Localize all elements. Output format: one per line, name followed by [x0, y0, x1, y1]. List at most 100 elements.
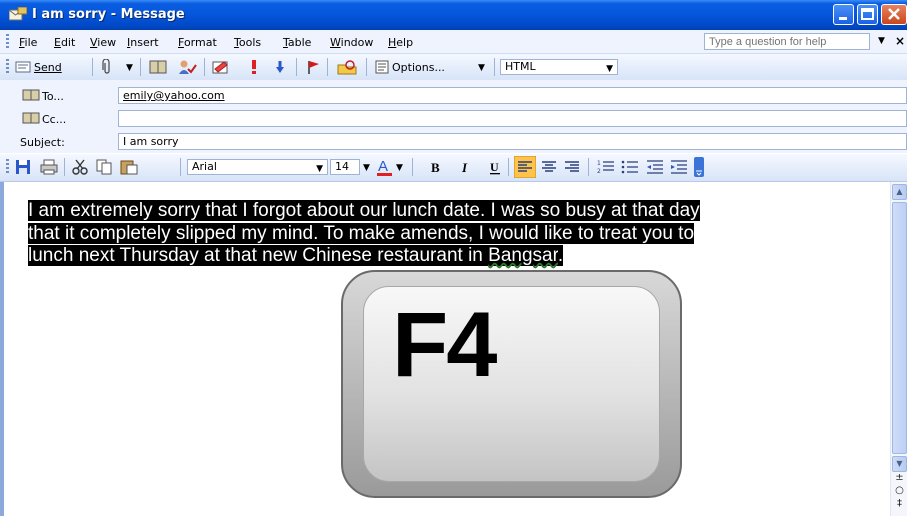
- help-search-input[interactable]: [704, 33, 870, 50]
- options-dropdown-icon[interactable]: ▼: [478, 63, 485, 73]
- subject-label: Subject:: [20, 136, 65, 149]
- menu-insert[interactable]: Insert: [127, 36, 159, 49]
- font-name-value: Arial: [192, 160, 217, 173]
- message-line: that it completely slipped my mind. To m…: [28, 222, 695, 244]
- menu-tools[interactable]: Tools: [234, 36, 261, 49]
- help-dropdown-icon[interactable]: ▼: [878, 36, 885, 46]
- font-size-select[interactable]: 14: [330, 159, 360, 175]
- scroll-thumb[interactable]: [892, 202, 907, 454]
- font-size-value: 14: [335, 160, 349, 173]
- importance-high-icon[interactable]: [250, 59, 258, 78]
- formatting-toolbar: Arial ▼ 14 ▼ A ▼ B I U 12: [0, 154, 907, 182]
- format-select-value: HTML: [505, 60, 536, 73]
- bold-icon[interactable]: B: [429, 159, 443, 178]
- underline-icon[interactable]: U: [488, 159, 502, 178]
- message-line: I am extremely sorry that I forgot about…: [28, 200, 700, 221]
- cc-field[interactable]: [118, 110, 907, 127]
- to-field[interactable]: emily@yahoo.com: [118, 87, 907, 104]
- title-bar: I am sorry - Message: [0, 0, 907, 30]
- numbering-icon[interactable]: 12: [597, 159, 615, 178]
- misspelled-word[interactable]: Bangsar: [488, 245, 558, 266]
- permission-icon[interactable]: [337, 59, 357, 78]
- address-book-icon: [22, 112, 40, 127]
- toolbar-options-icon[interactable]: [694, 157, 704, 180]
- menu-grip[interactable]: [6, 34, 9, 49]
- close-button[interactable]: [881, 4, 907, 25]
- subject-field[interactable]: I am sorry: [118, 133, 907, 150]
- align-center-icon[interactable]: [541, 159, 557, 178]
- maximize-icon: [861, 8, 874, 20]
- align-left-icon[interactable]: [513, 155, 537, 181]
- svg-text:U: U: [490, 160, 499, 174]
- copy-icon[interactable]: [96, 159, 112, 178]
- menu-view[interactable]: View: [90, 36, 116, 49]
- svg-text:1: 1: [597, 160, 601, 167]
- importance-low-icon[interactable]: [275, 59, 285, 78]
- browse-object-icon[interactable]: ○: [893, 485, 906, 496]
- menu-table[interactable]: Table: [283, 36, 311, 49]
- app-envelope-icon[interactable]: [8, 6, 28, 22]
- options-button[interactable]: Options...: [392, 61, 445, 74]
- svg-text:2: 2: [597, 168, 601, 175]
- bullets-icon[interactable]: [621, 159, 639, 178]
- minimize-button[interactable]: [833, 4, 854, 25]
- send-button[interactable]: Send: [34, 61, 62, 74]
- flag-icon[interactable]: [307, 59, 321, 78]
- check-names-icon[interactable]: [177, 59, 197, 78]
- cc-button[interactable]: Cc...: [42, 113, 66, 126]
- font-color-icon[interactable]: A: [376, 157, 394, 180]
- message-line: lunch next Thursday at that new Chinese …: [28, 245, 564, 266]
- menu-window[interactable]: Window: [330, 36, 373, 49]
- address-book-icon[interactable]: [149, 60, 167, 77]
- increase-indent-icon[interactable]: [670, 159, 688, 178]
- options-icon[interactable]: [375, 60, 389, 77]
- previous-page-icon[interactable]: ±: [893, 472, 906, 483]
- svg-text:I: I: [461, 160, 468, 175]
- window-title: I am sorry - Message: [32, 7, 185, 22]
- to-button[interactable]: To...: [42, 90, 64, 103]
- message-header: To... emily@yahoo.com Cc... Subject: I a…: [0, 80, 907, 153]
- toolbar-grip[interactable]: [6, 159, 9, 175]
- menu-edit[interactable]: Edit: [54, 36, 75, 49]
- next-page-icon[interactable]: ‡: [893, 498, 906, 509]
- key-label: F4: [392, 294, 497, 396]
- svg-text:B: B: [431, 160, 440, 175]
- scroll-down-button[interactable]: ▼: [892, 456, 907, 472]
- cut-icon[interactable]: [72, 159, 88, 178]
- attach-icon[interactable]: [102, 58, 112, 78]
- maximize-button[interactable]: [857, 4, 878, 25]
- save-icon[interactable]: [15, 159, 31, 178]
- to-recipient[interactable]: emily@yahoo.com: [123, 89, 225, 102]
- menu-close-icon[interactable]: ×: [895, 34, 905, 48]
- align-right-icon[interactable]: [564, 159, 580, 178]
- italic-icon[interactable]: I: [459, 159, 473, 178]
- f4-key-image: F4: [341, 270, 682, 498]
- font-color-dropdown-icon[interactable]: ▼: [396, 163, 403, 173]
- key-cap: F4: [363, 286, 660, 482]
- scroll-up-button[interactable]: ▲: [892, 184, 907, 200]
- chevron-down-icon: ▼: [606, 64, 613, 74]
- format-select[interactable]: HTML ▼: [500, 59, 618, 75]
- font-size-dropdown-icon[interactable]: ▼: [363, 163, 370, 173]
- scroll-down-icon: ▼: [896, 459, 903, 468]
- menu-help[interactable]: Help: [388, 36, 413, 49]
- menu-format[interactable]: Format: [178, 36, 217, 49]
- menu-bar: File Edit View Insert Format Tools Table…: [0, 30, 907, 54]
- attach-dropdown-icon[interactable]: ▼: [126, 63, 133, 73]
- standard-toolbar: Send ▼ Options... ▼ HTML ▼: [0, 54, 907, 81]
- close-icon: [888, 8, 900, 20]
- vertical-scrollbar[interactable]: ▲ ▼ ± ○ ‡: [890, 182, 907, 516]
- decrease-indent-icon[interactable]: [646, 159, 664, 178]
- signature-icon[interactable]: [212, 59, 230, 78]
- send-icon[interactable]: [15, 60, 31, 77]
- chevron-down-icon: ▼: [316, 164, 323, 174]
- print-icon[interactable]: [40, 159, 58, 178]
- minimize-icon: [839, 17, 847, 20]
- paste-icon[interactable]: [120, 159, 138, 178]
- scroll-up-icon: ▲: [896, 187, 903, 196]
- toolbar-grip[interactable]: [6, 59, 9, 75]
- font-name-select[interactable]: Arial ▼: [187, 159, 328, 175]
- menu-file[interactable]: File: [19, 36, 37, 49]
- address-book-icon: [22, 89, 40, 104]
- message-text[interactable]: I am extremely sorry that I forgot about…: [28, 200, 878, 268]
